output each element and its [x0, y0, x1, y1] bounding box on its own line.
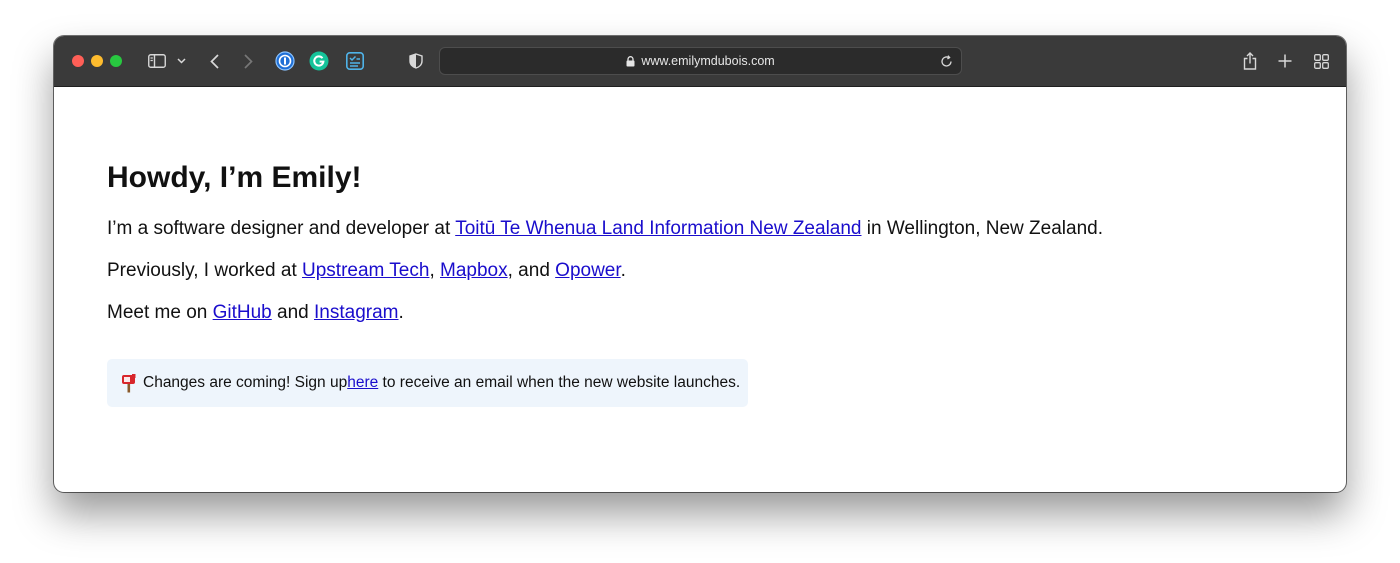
mapbox-link[interactable]: Mapbox	[440, 260, 508, 281]
browser-toolbar: www.emilymdubois.com	[54, 36, 1346, 87]
zoom-window-button[interactable]	[110, 55, 122, 67]
instagram-link[interactable]: Instagram	[314, 302, 398, 323]
tasks-extension-icon[interactable]	[344, 49, 366, 73]
share-icon[interactable]	[1240, 49, 1260, 73]
linz-link[interactable]: Toitū Te Whenua Land Information New Zea…	[455, 218, 861, 239]
signup-link[interactable]: here	[347, 374, 378, 392]
page-heading: Howdy, I’m Emily!	[107, 161, 362, 194]
separator: and	[271, 302, 315, 323]
chevron-down-icon[interactable]	[174, 49, 188, 73]
signup-notice: Changes are coming! Sign up here to rece…	[107, 359, 748, 407]
notice-text-end: to receive an email when the new website…	[378, 374, 741, 391]
sidebar-icon[interactable]	[146, 49, 168, 73]
opower-link[interactable]: Opower	[555, 260, 620, 281]
upstream-tech-link[interactable]: Upstream Tech	[302, 260, 429, 281]
url-display[interactable]: www.emilymdubois.com	[440, 48, 961, 74]
previous-jobs-paragraph: Previously, I worked at Upstream Tech, M…	[107, 260, 626, 282]
intro-paragraph: I’m a software designer and developer at…	[107, 218, 1103, 240]
address-bar[interactable]: www.emilymdubois.com	[439, 47, 962, 75]
period: .	[620, 260, 626, 281]
intro-text: I’m a software designer and developer at	[107, 218, 456, 239]
close-window-button[interactable]	[72, 55, 84, 67]
onepassword-icon[interactable]	[274, 49, 296, 73]
separator: , and	[507, 260, 556, 281]
previously-text: Previously, I worked at	[107, 260, 303, 281]
plus-icon[interactable]	[1275, 49, 1295, 73]
browser-window: www.emilymdubois.com Howdy, I’m Emily! I…	[54, 36, 1346, 492]
social-paragraph: Meet me on GitHub and Instagram.	[107, 302, 404, 324]
chevron-right-icon[interactable]	[238, 49, 258, 73]
minimize-window-button[interactable]	[91, 55, 103, 67]
chevron-left-icon[interactable]	[204, 49, 224, 73]
intro-text-end: in Wellington, New Zealand.	[861, 218, 1103, 239]
period: .	[398, 302, 404, 323]
grammarly-icon[interactable]	[308, 49, 330, 73]
url-text: www.emilymdubois.com	[641, 54, 775, 68]
lock-icon	[626, 55, 635, 67]
social-text: Meet me on	[107, 302, 213, 323]
separator: ,	[429, 260, 441, 281]
tab-overview-icon[interactable]	[1311, 49, 1331, 73]
github-link[interactable]: GitHub	[213, 302, 272, 323]
mailbox-icon	[121, 373, 137, 393]
reload-icon[interactable]	[937, 52, 955, 70]
notice-text: Changes are coming! Sign up	[143, 374, 348, 391]
shield-icon[interactable]	[406, 49, 426, 73]
